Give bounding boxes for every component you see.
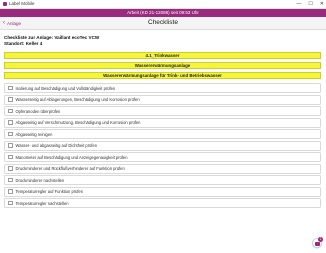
checkbox[interactable] xyxy=(8,97,13,102)
window-controls: — ☐ ✕ xyxy=(296,1,324,7)
checklist-item-label: Wasserseitig auf Ablagerungen, Beschädig… xyxy=(15,97,140,102)
app-icon xyxy=(3,2,7,6)
checkbox[interactable] xyxy=(8,189,13,194)
checklist: Isolierung auf Beschädigung und Vollstän… xyxy=(4,83,321,210)
section-header: 4.1_Trinkwasser xyxy=(4,52,321,59)
window-titlebar: Label Mobile — ☐ ✕ xyxy=(0,0,326,9)
checklist-item[interactable]: Wasser- und abgasseitig auf Dichtheit pr… xyxy=(4,140,321,151)
checklist-item[interactable]: Wasserseitig auf Ablagerungen, Beschädig… xyxy=(4,94,321,105)
checklist-item[interactable]: Druckminderer nachstellen xyxy=(4,175,321,185)
checklist-item-label: Temperaturregler auf Funktion prüfen xyxy=(15,189,84,194)
checklist-item[interactable]: Isolierung auf Beschädigung und Vollstän… xyxy=(4,83,321,93)
maximize-button[interactable]: ☐ xyxy=(308,1,312,7)
checkbox[interactable] xyxy=(8,108,13,114)
navigation-bar: ‹ Anlage Checkliste xyxy=(0,17,326,30)
minimize-button[interactable]: — xyxy=(296,1,301,7)
location-text: Standort: Keller 4 xyxy=(4,41,43,46)
checklist-item[interactable]: Temperaturregler auf Funktion prüfen xyxy=(4,186,321,197)
page-title: Checkliste xyxy=(148,19,178,26)
checkbox[interactable] xyxy=(8,166,13,171)
section-header: Wassererwärmungsanlage für Trink- und Be… xyxy=(4,72,321,79)
checklist-item-label: Temperaturregler nachstellen xyxy=(15,200,69,206)
checkbox[interactable] xyxy=(8,177,13,183)
chat-icon xyxy=(315,242,321,246)
notification-badge: 1 xyxy=(318,236,323,242)
checklist-item-label: Opferanoden überprüfen xyxy=(15,108,61,114)
checklist-item-label: Wasser- und abgasseitig auf Dichtheit pr… xyxy=(15,143,98,148)
checklist-item-label: Abgasseitig auf Verschmutzung, Beschädig… xyxy=(15,120,141,125)
section-header: Wassererwärmungsanlage xyxy=(4,62,321,69)
checkbox[interactable] xyxy=(8,143,13,148)
close-button[interactable]: ✕ xyxy=(320,1,324,7)
checkbox[interactable] xyxy=(8,154,13,160)
checkbox[interactable] xyxy=(8,120,13,125)
work-status-bar[interactable]: Arbeit (KD 21-12088) seit 09:53 Uhr xyxy=(0,9,326,17)
window-title: Label Mobile xyxy=(9,1,35,6)
checklist-item-label: Abgasseitig reinigen xyxy=(15,131,53,137)
checkbox[interactable] xyxy=(8,85,13,91)
checklist-item[interactable]: Abgasseitig reinigen xyxy=(4,129,321,139)
chat-button[interactable]: 1 xyxy=(312,236,323,248)
checklist-item[interactable]: Manometer auf Beschädigung und Anzeigege… xyxy=(4,152,321,162)
checklist-item-label: Manometer auf Beschädigung und Anzeigege… xyxy=(15,154,128,160)
work-status-text: Arbeit (KD 21-12088) seit 09:53 Uhr xyxy=(127,10,199,15)
checkbox[interactable] xyxy=(8,131,13,137)
checkbox[interactable] xyxy=(8,200,13,206)
checklist-info: Checkliste zur Anlage: Vaillant ecoTec V… xyxy=(4,35,99,47)
checklist-item[interactable]: Druckminderer und Rückflußverhinderer au… xyxy=(4,163,321,174)
checklist-item[interactable]: Opferanoden überprüfen xyxy=(4,106,321,116)
checklist-item-label: Druckminderer und Rückflußverhinderer au… xyxy=(15,166,125,171)
checklist-item-label: Druckminderer nachstellen xyxy=(15,177,65,183)
checklist-item[interactable]: Abgasseitig auf Verschmutzung, Beschädig… xyxy=(4,117,321,128)
checklist-item-label: Isolierung auf Beschädigung und Vollstän… xyxy=(15,85,116,91)
checklist-item[interactable]: Temperaturregler nachstellen xyxy=(4,198,321,208)
